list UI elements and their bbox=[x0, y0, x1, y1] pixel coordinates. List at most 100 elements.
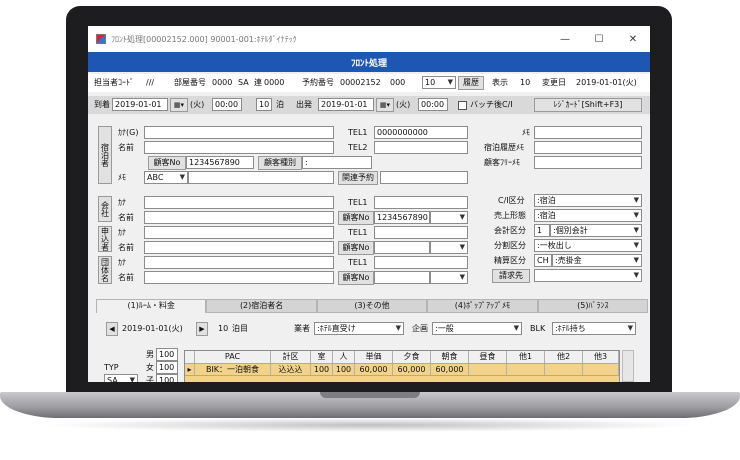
grid-scrollbar[interactable] bbox=[622, 350, 634, 382]
tab-company[interactable]: 会社 bbox=[98, 196, 112, 222]
close-button[interactable]: ✕ bbox=[616, 26, 650, 52]
grid-cell[interactable] bbox=[545, 364, 583, 375]
tab-balance[interactable]: (5)ﾊﾞﾗﾝｽ bbox=[537, 299, 649, 313]
guest-tel1-input[interactable]: 0000000000 bbox=[374, 126, 468, 139]
typ-select[interactable]: SA ▼ bbox=[104, 374, 138, 382]
tab-popup-memo[interactable]: (4)ﾎﾟｯﾌﾟｱｯﾌﾟﾒﾓ bbox=[427, 299, 538, 313]
maximize-button[interactable]: ☐ bbox=[582, 26, 616, 52]
group-name-input[interactable] bbox=[144, 271, 334, 284]
tab-other[interactable]: (3)その他 bbox=[316, 299, 428, 313]
plan-select[interactable]: :一般 ▼ bbox=[432, 322, 522, 335]
grid-cell[interactable] bbox=[583, 364, 619, 375]
applicant-tel1-label: TEL1 bbox=[348, 228, 368, 237]
bill-to-button[interactable]: 請求先 bbox=[492, 269, 530, 283]
tab-guest-names[interactable]: (2)宿泊者名 bbox=[206, 299, 317, 313]
related-reservation-button[interactable]: 関連予約 bbox=[338, 171, 378, 185]
bill-to-select[interactable]: ▼ bbox=[534, 269, 642, 282]
child-input[interactable]: 100 bbox=[156, 374, 178, 382]
related-reservation-input[interactable] bbox=[380, 171, 468, 184]
split-select[interactable]: :一枚出し ▼ bbox=[534, 239, 642, 252]
guest-memo-input[interactable] bbox=[188, 171, 334, 184]
next-day-button[interactable]: ▶ bbox=[196, 322, 208, 336]
agent-label: 業者 bbox=[294, 324, 310, 333]
sales-select[interactable]: :宿泊 ▼ bbox=[534, 209, 642, 222]
free-memo-input[interactable] bbox=[534, 156, 642, 169]
company-extra-select[interactable]: ▼ bbox=[430, 211, 468, 224]
grid-header-cell: 単価 bbox=[355, 351, 393, 363]
ren-value: 0000 bbox=[264, 78, 285, 87]
female-input[interactable]: 100 bbox=[156, 361, 178, 374]
memo-input[interactable] bbox=[534, 126, 642, 139]
grid-cell[interactable]: BIK：一泊朝食 bbox=[195, 364, 271, 375]
history-memo-input[interactable] bbox=[534, 141, 642, 154]
grid-header-cell: 他3 bbox=[583, 351, 619, 363]
arrival-calendar-button[interactable]: ▦▾ bbox=[170, 98, 188, 112]
group-customer-no-input[interactable] bbox=[374, 271, 430, 284]
applicant-customer-no-button[interactable]: 顧客No bbox=[338, 241, 374, 255]
guest-kana-input[interactable] bbox=[144, 126, 334, 139]
depart-calendar-button[interactable]: ▦▾ bbox=[376, 98, 394, 112]
tab-applicant[interactable]: 申込者 bbox=[98, 226, 112, 252]
guest-customer-no-input[interactable]: 1234567890 bbox=[186, 156, 254, 169]
applicant-tel1-input[interactable] bbox=[374, 226, 468, 239]
company-tel1-input[interactable] bbox=[374, 196, 468, 209]
prev-day-button[interactable]: ◀ bbox=[106, 322, 118, 336]
tab-room-rate[interactable]: (1)ﾙｰﾑ・料金 bbox=[96, 299, 207, 313]
account-select[interactable]: :個別会計 ▼ bbox=[550, 224, 642, 237]
grid-cell[interactable]: 込込込 bbox=[271, 364, 311, 375]
male-input[interactable]: 100 bbox=[156, 348, 178, 361]
guest-tel2-input[interactable] bbox=[374, 141, 468, 154]
tab-group[interactable]: 団体名 bbox=[98, 256, 112, 284]
agent-select[interactable]: :ﾎﾃﾙ直受け ▼ bbox=[314, 322, 404, 335]
history-button[interactable]: 履歴 bbox=[458, 76, 484, 90]
company-kana-input[interactable] bbox=[144, 196, 334, 209]
ci-label: C/I区分 bbox=[498, 196, 525, 205]
applicant-customer-no-input[interactable] bbox=[374, 241, 430, 254]
grid-header-cell bbox=[185, 351, 195, 363]
account-no-input[interactable]: 1 bbox=[534, 224, 550, 237]
guest-customer-no-button[interactable]: 顧客No bbox=[148, 156, 186, 170]
grid-cell[interactable]: 100 bbox=[311, 364, 333, 375]
customer-type-button[interactable]: 顧客種別 bbox=[258, 156, 302, 170]
table-row[interactable] bbox=[185, 376, 619, 382]
arrival-label: 到着 bbox=[94, 100, 110, 109]
company-name-input[interactable] bbox=[144, 211, 334, 224]
batch-checkbox[interactable] bbox=[458, 101, 467, 110]
window-title: ﾌﾛﾝﾄ処理[00002152.000] 90001-001:ﾎﾃﾙﾀﾞｲﾅﾃｯ… bbox=[111, 34, 297, 44]
depart-date-input[interactable]: 2019-01-01 bbox=[318, 98, 374, 111]
table-row[interactable]: ▸ BIK：一泊朝食 込込込 100 100 60,000 60,000 60,… bbox=[185, 364, 619, 376]
settle-code-input[interactable]: CH bbox=[534, 254, 552, 267]
group-customer-no-button[interactable]: 顧客No bbox=[338, 271, 374, 285]
applicant-kana-input[interactable] bbox=[144, 226, 334, 239]
grid-cell[interactable]: 60,000 bbox=[355, 364, 393, 375]
group-kana-input[interactable] bbox=[144, 256, 334, 269]
minimize-button[interactable]: — bbox=[548, 26, 582, 52]
grid-cell[interactable]: 60,000 bbox=[431, 364, 469, 375]
arrival-time-input[interactable]: 00:00 bbox=[212, 98, 242, 111]
grid-cell[interactable] bbox=[469, 364, 507, 375]
depart-time-input[interactable]: 00:00 bbox=[418, 98, 448, 111]
ci-select[interactable]: :宿泊 ▼ bbox=[534, 194, 642, 207]
guest-memo-select[interactable]: ABC ▼ bbox=[144, 171, 188, 184]
history-count-select[interactable]: 10 ▼ bbox=[422, 76, 456, 89]
settle-select[interactable]: :売掛金 ▼ bbox=[552, 254, 642, 267]
nights-input[interactable]: 10 bbox=[256, 98, 272, 111]
rate-night-label: 泊目 bbox=[232, 324, 248, 333]
grid-cell[interactable]: 100 bbox=[333, 364, 355, 375]
guest-name-input[interactable] bbox=[144, 141, 334, 154]
group-tel1-input[interactable] bbox=[374, 256, 468, 269]
applicant-extra-select[interactable]: ▼ bbox=[430, 241, 468, 254]
company-customer-no-button[interactable]: 顧客No bbox=[338, 211, 374, 225]
blk-select[interactable]: :ﾎﾃﾙ持ち ▼ bbox=[552, 322, 636, 335]
tab-guest[interactable]: 宿泊者 bbox=[98, 126, 112, 184]
arrival-date-input[interactable]: 2019-01-01 bbox=[112, 98, 168, 111]
group-extra-select[interactable]: ▼ bbox=[430, 271, 468, 284]
company-customer-no-input[interactable]: 1234567890 bbox=[374, 211, 430, 224]
grid-cell[interactable] bbox=[507, 364, 545, 375]
customer-type-input[interactable]: : bbox=[302, 156, 372, 169]
row-pointer-icon: ▸ bbox=[185, 364, 195, 375]
group-tel1-label: TEL1 bbox=[348, 258, 368, 267]
applicant-name-input[interactable] bbox=[144, 241, 334, 254]
receipt-card-button[interactable]: ﾚｼﾞｶｰﾄﾞ[Shift+F3] bbox=[534, 98, 642, 112]
grid-cell[interactable]: 60,000 bbox=[393, 364, 431, 375]
